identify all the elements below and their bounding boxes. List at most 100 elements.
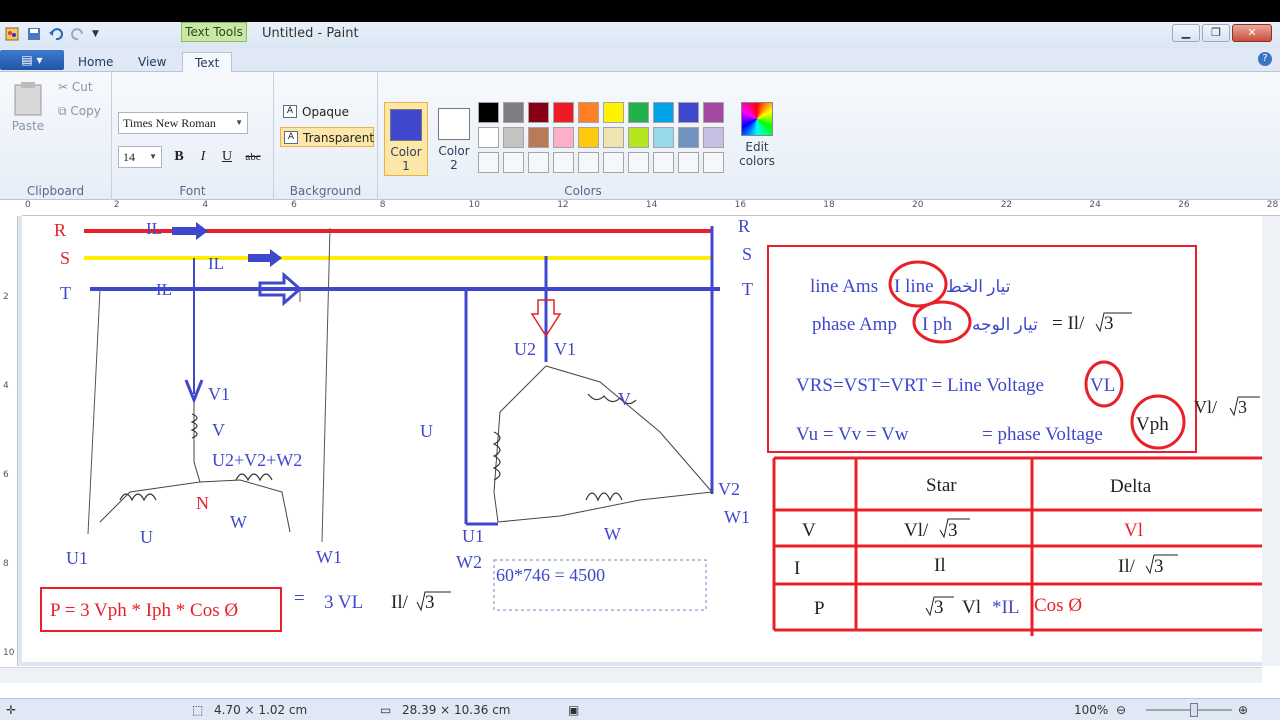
maximize-button[interactable]: ❐ (1202, 24, 1230, 42)
palette-swatch[interactable] (578, 152, 599, 173)
palette-swatch[interactable] (528, 127, 549, 148)
zoom-slider-thumb[interactable] (1190, 703, 1198, 717)
palette-swatch[interactable] (703, 127, 724, 148)
palette-swatch[interactable] (703, 152, 724, 173)
palette-swatch[interactable] (603, 152, 624, 173)
tab-view[interactable]: View (126, 52, 178, 72)
palette-swatch[interactable] (553, 102, 574, 123)
tab-text[interactable]: Text (182, 52, 233, 72)
palette-swatch[interactable] (503, 102, 524, 123)
palette-swatch[interactable] (653, 152, 674, 173)
palette-swatch[interactable] (628, 152, 649, 173)
star-u: U (140, 527, 153, 547)
palette-swatch[interactable] (678, 152, 699, 173)
note-line-amp: line Ams (810, 276, 878, 297)
delta-winding (493, 365, 714, 523)
ruler-tick: 26 (1178, 200, 1190, 210)
ruler-tick: 6 (291, 200, 297, 210)
bold-button[interactable]: B (168, 146, 190, 168)
opaque-label: Opaque (302, 105, 350, 119)
palette-swatch[interactable] (678, 127, 699, 148)
ruler-tick: 28 (1266, 200, 1279, 210)
palette-swatch[interactable] (678, 102, 699, 123)
note-phase-amp: phase Amp (812, 314, 897, 335)
zoom-in-button[interactable]: ⊕ (1238, 703, 1248, 717)
zoom-out-button[interactable]: ⊖ (1116, 703, 1126, 717)
coil (585, 492, 623, 502)
transparent-option[interactable]: A Transparent (280, 127, 374, 147)
text-box-content[interactable]: 60*746 = 4500 (496, 565, 605, 585)
save-icon[interactable] (26, 26, 42, 42)
palette-swatch[interactable] (628, 102, 649, 123)
palette-swatch[interactable] (553, 127, 574, 148)
delta-u2: U2 (514, 339, 536, 359)
font-size-select[interactable]: 14 ▼ (118, 146, 162, 168)
color2-label: Color 2 (438, 144, 470, 172)
opaque-option[interactable]: A Opaque (280, 102, 374, 122)
palette-swatch[interactable] (478, 152, 499, 173)
cut-button[interactable]: ✂ Cut (58, 80, 93, 94)
table-row-v-label: V (802, 520, 816, 541)
customize-toolbar-icon[interactable]: ▼ (92, 29, 99, 39)
font-size-value: 14 (123, 150, 135, 164)
formula-eq: = (294, 588, 305, 609)
color-spectrum-icon (741, 102, 773, 136)
palette-swatch[interactable] (503, 152, 524, 173)
palette-swatch[interactable] (578, 127, 599, 148)
palette-swatch[interactable] (603, 127, 624, 148)
underline-button[interactable]: U (216, 146, 238, 168)
quick-access-toolbar: ▼ (4, 25, 99, 43)
cut-label: Cut (71, 80, 93, 94)
palette-swatch[interactable] (628, 127, 649, 148)
font-family-select[interactable]: Times New Roman ▼ (118, 112, 248, 134)
ribbon-tabs: ▤ ▾ Home View Text ? (0, 48, 1280, 72)
color1-label: Color 1 (390, 145, 422, 173)
ruler-tick: 0 (25, 200, 31, 210)
undo-icon[interactable] (48, 26, 64, 42)
ruler-tick: 4 (3, 381, 9, 391)
paint-app-icon[interactable] (4, 26, 20, 42)
palette-swatch[interactable] (653, 127, 674, 148)
color1-button[interactable]: Color 1 (384, 102, 428, 176)
palette-swatch[interactable] (603, 102, 624, 123)
palette-swatch[interactable] (703, 102, 724, 123)
ruler-tick: 8 (379, 200, 386, 210)
palette-swatch[interactable] (578, 102, 599, 123)
palette-swatch[interactable] (528, 102, 549, 123)
minimize-button[interactable]: ▁ (1172, 24, 1200, 42)
palette-swatch[interactable] (528, 152, 549, 173)
drawing-canvas[interactable]: R S T R S T IL IL IL V1 V U2+V2+W2 N W U… (22, 216, 1262, 662)
copy-button[interactable]: ⧉ Copy (58, 104, 101, 119)
paste-button[interactable]: Paste (10, 80, 46, 150)
palette-swatch[interactable] (503, 127, 524, 148)
star-w1: W1 (316, 547, 342, 567)
note-arabic-line: تيار الخط (946, 277, 1011, 297)
vertical-scrollbar[interactable] (1262, 216, 1280, 666)
italic-button[interactable]: I (192, 146, 214, 168)
ruler-tick: 10 (468, 200, 480, 210)
help-icon[interactable]: ? (1258, 52, 1272, 66)
horizontal-scrollbar[interactable] (0, 667, 1262, 683)
ruler-tick: 6 (3, 470, 9, 480)
copy-label: Copy (70, 104, 101, 118)
background-group-label: Background (289, 184, 362, 198)
zoom-slider[interactable] (1146, 709, 1232, 711)
transparent-icon: A (284, 131, 298, 144)
table-p-star-il: *IL (992, 597, 1019, 618)
strikethrough-button[interactable]: abc (242, 146, 264, 168)
redo-icon[interactable] (70, 26, 86, 42)
star-w: W (230, 512, 247, 532)
close-button[interactable]: ✕ (1232, 24, 1272, 42)
delta-w1: W1 (724, 507, 750, 527)
palette-swatch[interactable] (478, 102, 499, 123)
table-v-star: Vl/ (904, 520, 929, 541)
palette-swatch[interactable] (553, 152, 574, 173)
file-menu-button[interactable]: ▤ ▾ (0, 50, 64, 70)
selection-size: 4.70 × 1.02 cm (214, 703, 308, 717)
color2-button[interactable]: Color 2 (432, 102, 476, 176)
palette-swatch[interactable] (478, 127, 499, 148)
tab-home[interactable]: Home (66, 52, 125, 72)
label-il-r: IL (146, 219, 162, 238)
edit-colors-button[interactable]: Edit colors (735, 102, 779, 168)
palette-swatch[interactable] (653, 102, 674, 123)
